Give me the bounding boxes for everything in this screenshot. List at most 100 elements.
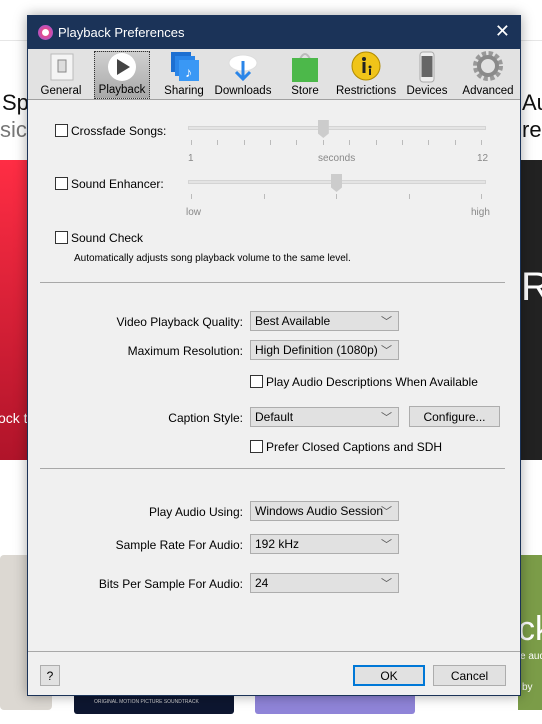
caption-style-label: Caption Style: <box>168 411 243 425</box>
preferences-toolbar: General Playback ♪ Sharing Downloads Sto… <box>28 49 520 100</box>
sound-enhancer-max-label: high <box>471 207 490 218</box>
slider-tick <box>428 140 430 145</box>
sample-rate-select[interactable]: 192 kHz ﹀ <box>250 534 399 554</box>
separator <box>40 282 505 283</box>
bg-text: re. <box>522 117 542 142</box>
bg-text: ck <box>518 610 542 648</box>
svg-text:♪: ♪ <box>185 64 192 80</box>
slider-tick <box>454 140 456 145</box>
tab-label: Store <box>291 85 319 97</box>
caption-style-select[interactable]: Default ﹀ <box>250 407 399 427</box>
tab-label: Devices <box>406 85 448 97</box>
bits-per-sample-select[interactable]: 24 ﹀ <box>250 573 399 593</box>
select-value: 24 <box>255 576 269 590</box>
bg-text: R <box>521 265 542 309</box>
tab-restrictions[interactable]: Restrictions <box>336 51 396 99</box>
slider-tick <box>217 140 219 145</box>
select-value: Best Available <box>255 314 331 328</box>
slider-tick <box>270 140 272 145</box>
crossfade-slider-thumb[interactable] <box>317 120 329 138</box>
crossfade-label: Crossfade Songs: <box>71 124 167 138</box>
crossfade-unit-label: seconds <box>318 153 356 164</box>
audio-descriptions-label: Play Audio Descriptions When Available <box>266 375 478 389</box>
crossfade-max-label: 12 <box>477 153 489 164</box>
chevron-down-icon: ﹀ <box>381 345 392 357</box>
sound-enhancer-min-label: low <box>186 207 202 218</box>
chevron-down-icon: ﹀ <box>381 412 392 424</box>
tab-downloads[interactable]: Downloads <box>214 51 272 99</box>
tab-sharing[interactable]: ♪ Sharing <box>162 51 206 99</box>
bg-text: Sp <box>2 90 29 115</box>
parental-icon <box>349 51 383 83</box>
close-button[interactable]: ✕ <box>495 21 510 42</box>
tab-playback[interactable]: Playback <box>94 51 150 99</box>
closed-captions-checkbox[interactable] <box>250 440 263 453</box>
title-bar: Playback Preferences ✕ <box>28 16 520 49</box>
bg-text: by <box>522 682 533 693</box>
sound-check-description: Automatically adjusts song playback volu… <box>74 253 351 264</box>
slider-tick <box>243 140 245 145</box>
tab-advanced[interactable]: Advanced <box>462 51 514 99</box>
configure-button[interactable]: Configure... <box>409 406 500 427</box>
gear-icon <box>471 51 505 83</box>
bg-text: sic <box>0 117 27 142</box>
separator <box>40 468 505 469</box>
phone-icon <box>410 51 444 83</box>
sound-enhancer-slider-thumb[interactable] <box>331 174 342 192</box>
tab-general[interactable]: General <box>40 51 82 99</box>
slider-tick <box>191 194 192 199</box>
shopping-bag-icon <box>288 51 322 83</box>
select-value: Windows Audio Session <box>255 504 384 518</box>
tab-store[interactable]: Store <box>286 51 324 99</box>
bg-text: e aud <box>520 651 542 662</box>
tab-label: General <box>40 85 82 97</box>
window-title: Playback Preferences <box>58 25 185 40</box>
crossfade-min-label: 1 <box>188 153 194 164</box>
preferences-dialog: Playback Preferences ✕ General Playback … <box>27 15 521 696</box>
slider-tick <box>336 194 337 199</box>
slider-tick <box>481 194 482 199</box>
slider-tick <box>349 140 351 145</box>
slider-tick <box>481 140 482 145</box>
bg-text: Au <box>522 90 542 115</box>
slider-tick <box>263 194 265 199</box>
sound-enhancer-label: Sound Enhancer: <box>71 177 164 191</box>
video-quality-select[interactable]: Best Available ﹀ <box>250 311 399 331</box>
sound-check-label: Sound Check <box>71 231 144 245</box>
switch-icon <box>44 51 78 83</box>
tab-label: Downloads <box>214 85 272 97</box>
sound-check-checkbox[interactable] <box>55 231 68 244</box>
dark-banner <box>518 160 542 460</box>
chevron-down-icon: ﹀ <box>381 316 392 328</box>
music-note-stack-icon: ♪ <box>167 51 201 83</box>
slider-tick <box>322 140 324 145</box>
tab-devices[interactable]: Devices <box>406 51 448 99</box>
bg-text: ORIGINAL MOTION PICTURE SOUNDTRACK <box>94 699 199 705</box>
tab-label: Restrictions <box>336 85 397 97</box>
play-icon <box>105 52 139 84</box>
itunes-logo-icon <box>38 25 53 40</box>
slider-tick <box>401 140 403 145</box>
footer-separator <box>28 651 520 652</box>
ok-button[interactable]: OK <box>353 665 425 686</box>
slider-tick <box>191 140 192 145</box>
select-value: 192 kHz <box>255 537 300 551</box>
bits-per-sample-label: Bits Per Sample For Audio: <box>98 577 243 591</box>
help-button[interactable]: ? <box>40 665 60 686</box>
tab-label: Playback <box>98 84 146 96</box>
slider-tick <box>408 194 410 199</box>
sound-enhancer-checkbox[interactable] <box>55 177 68 190</box>
cancel-button[interactable]: Cancel <box>433 665 506 686</box>
tab-label: Advanced <box>462 85 514 97</box>
play-audio-using-label: Play Audio Using: <box>148 505 243 519</box>
slider-tick <box>296 140 298 145</box>
select-value: Default <box>255 410 294 424</box>
max-resolution-select[interactable]: High Definition (1080p) ﹀ <box>250 340 399 360</box>
crossfade-checkbox[interactable] <box>55 124 68 137</box>
video-quality-label: Video Playback Quality: <box>116 315 243 329</box>
play-audio-using-select[interactable]: Windows Audio Session ﹀ <box>250 501 399 521</box>
chevron-down-icon: ﹀ <box>381 539 392 551</box>
audio-descriptions-checkbox[interactable] <box>250 375 263 388</box>
crossfade-slider-track[interactable] <box>188 126 486 130</box>
closed-captions-label: Prefer Closed Captions and SDH <box>266 440 443 454</box>
